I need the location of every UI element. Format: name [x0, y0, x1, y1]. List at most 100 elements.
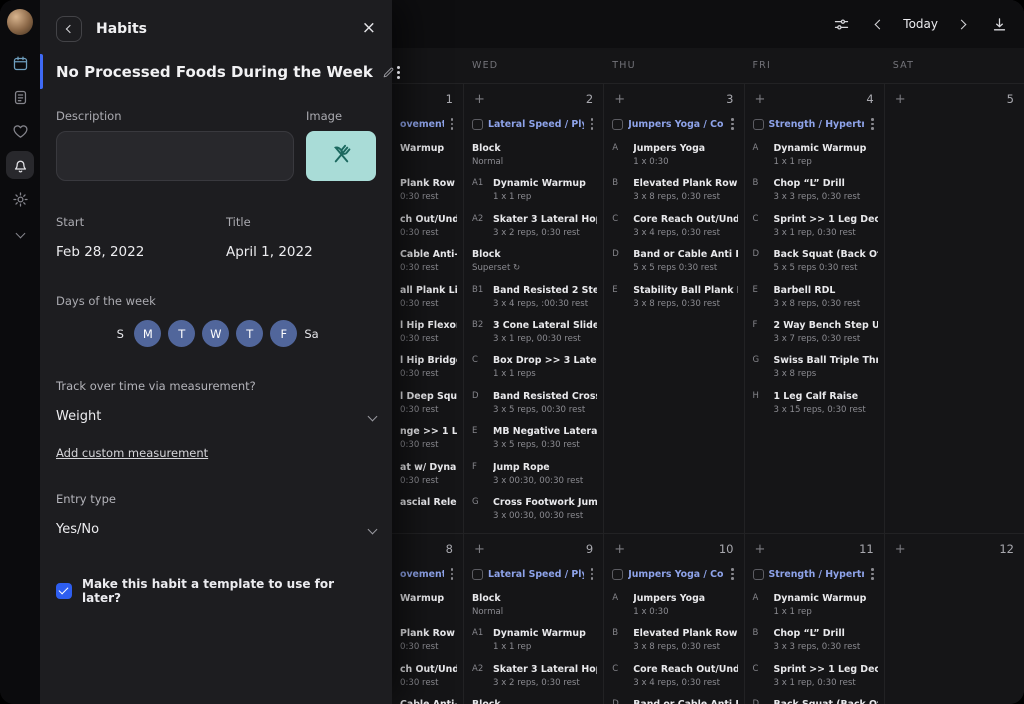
workout-entry[interactable]: A1Dynamic Warmup1 x 1 rep: [464, 174, 603, 209]
today-button[interactable]: Today: [903, 17, 938, 31]
back-button[interactable]: [56, 16, 82, 42]
workout-entry[interactable]: F2 Way Bench Step Up3 x 7 reps, 0:30 res…: [745, 316, 884, 351]
workout-entry[interactable]: l Hip Bridge w/ ...0:30 rest: [392, 351, 463, 386]
add-event-button[interactable]: +: [895, 93, 906, 106]
workout-entry[interactable]: A2Skater 3 Lateral Hops >> ...3 x 2 reps…: [464, 660, 603, 695]
bell-icon[interactable]: [6, 151, 34, 179]
workout-entry[interactable]: Warmup: [392, 139, 463, 174]
user-avatar[interactable]: [7, 9, 33, 35]
add-event-button[interactable]: +: [474, 93, 485, 106]
workout-entry[interactable]: Plank Row0:30 rest: [392, 174, 463, 209]
add-event-button[interactable]: +: [755, 543, 766, 556]
filter-sliders-icon[interactable]: [833, 16, 850, 33]
workout-header[interactable]: ovement Q...: [400, 116, 455, 132]
gear-icon[interactable]: [6, 185, 34, 213]
workout-entry[interactable]: BElevated Plank Row3 x 8 reps, 0:30 rest: [604, 624, 743, 659]
workout-entry[interactable]: BlockNormal: [464, 139, 603, 174]
workout-entry[interactable]: AJumpers Yoga1 x 0:30: [604, 589, 743, 624]
day-toggle-m-1[interactable]: M: [134, 320, 161, 347]
prev-week-button[interactable]: [876, 21, 883, 28]
workout-entry[interactable]: A1Dynamic Warmup1 x 1 rep: [464, 624, 603, 659]
edit-icon[interactable]: [382, 66, 395, 79]
workout-entry[interactable]: FJump Rope3 x 00:30, 00:30 rest: [464, 458, 603, 493]
add-event-button[interactable]: +: [614, 543, 625, 556]
download-icon[interactable]: [991, 16, 1008, 33]
start-date-group[interactable]: Start Feb 28, 2022: [56, 215, 226, 260]
close-icon[interactable]: ×: [362, 20, 376, 37]
next-week-button[interactable]: [958, 21, 965, 28]
workout-header[interactable]: Lateral Speed / Plyo: [472, 116, 595, 132]
start-date-value[interactable]: Feb 28, 2022: [56, 244, 226, 260]
workout-entry[interactable]: H1 Leg Calf Raise3 x 15 reps, 0:30 rest: [745, 387, 884, 422]
workout-entry[interactable]: l Deep Squat Mo...0:30 rest: [392, 387, 463, 422]
workout-entry[interactable]: ADynamic Warmup1 x 1 rep: [745, 139, 884, 174]
workout-entry[interactable]: at w/ Dynamic P...0:30 rest: [392, 458, 463, 493]
workout-checkbox[interactable]: [612, 119, 623, 130]
workout-entry[interactable]: EBarbell RDL3 x 8 reps, 0:30 rest: [745, 281, 884, 316]
end-date-value[interactable]: April 1, 2022: [226, 244, 396, 260]
workout-entry[interactable]: l Hip Flexor Rais...0:30 rest: [392, 316, 463, 351]
day-toggle-sa-6[interactable]: Sa: [304, 320, 318, 347]
workout-checkbox[interactable]: [753, 119, 764, 130]
add-event-button[interactable]: +: [474, 543, 485, 556]
workout-entry[interactable]: ch Out/Under0:30 rest: [392, 210, 463, 245]
workout-entry[interactable]: ADynamic Warmup1 x 1 rep: [745, 589, 884, 624]
kebab-menu-icon[interactable]: [729, 117, 736, 131]
heart-hands-icon[interactable]: [6, 117, 34, 145]
workout-entry[interactable]: CSprint >> 1 Leg Declarations3 x 1 rep, …: [745, 660, 884, 695]
workout-entry[interactable]: DBack Squat (Back Off Set)5 x 5 reps 0:3…: [745, 695, 884, 704]
kebab-menu-icon[interactable]: [449, 567, 456, 581]
template-checkbox[interactable]: [56, 583, 72, 599]
workout-entry[interactable]: DBack Squat (Back Off Set)5 x 5 reps 0:3…: [745, 245, 884, 280]
workout-checkbox[interactable]: [753, 569, 764, 580]
description-input[interactable]: [56, 131, 294, 181]
workout-checkbox[interactable]: [472, 119, 483, 130]
workout-entry[interactable]: BElevated Plank Row3 x 8 reps, 0:30 rest: [604, 174, 743, 209]
workout-header[interactable]: Jumpers Yoga / Core: [612, 116, 735, 132]
workout-entry[interactable]: BChop “L” Drill3 x 3 reps, 0:30 rest: [745, 624, 884, 659]
workout-entry[interactable]: CCore Reach Out/Under3 x 4 reps, 0:30 re…: [604, 660, 743, 695]
kebab-menu-icon[interactable]: [869, 117, 876, 131]
workout-header[interactable]: Jumpers Yoga / Core: [612, 566, 735, 582]
workout-entry[interactable]: B23 Cone Lateral Slide3 x 1 rep, 00:30 r…: [464, 316, 603, 351]
habit-menu-icon[interactable]: [395, 65, 402, 80]
workout-entry[interactable]: AJumpers Yoga1 x 0:30: [604, 139, 743, 174]
day-toggle-f-5[interactable]: F: [270, 320, 297, 347]
workout-entry[interactable]: CBox Drop >> 3 Lateral H...1 x 1 reps: [464, 351, 603, 386]
workout-entry[interactable]: BlockSuperset ↻: [464, 695, 603, 704]
workout-entry[interactable]: B1Band Resisted 2 Step Late...3 x 4 reps…: [464, 281, 603, 316]
measurement-select[interactable]: Weight: [40, 409, 392, 424]
workout-header[interactable]: Strength / Hypertro...: [753, 566, 876, 582]
day-toggle-t-4[interactable]: T: [236, 320, 263, 347]
day-toggle-s-0[interactable]: S: [113, 320, 127, 347]
workout-entry[interactable]: nge >> 1 Leg St...0:30 rest: [392, 422, 463, 457]
workout-entry[interactable]: Cable Anti-Rotati...0:30 rest: [392, 245, 463, 280]
workout-entry[interactable]: BlockNormal: [464, 589, 603, 624]
kebab-menu-icon[interactable]: [589, 567, 596, 581]
workout-entry[interactable]: A2Skater 3 Lateral Hops >> ...3 x 2 reps…: [464, 210, 603, 245]
workout-entry[interactable]: EStability Ball Plank Linear ...3 x 8 re…: [604, 281, 743, 316]
day-toggle-t-2[interactable]: T: [168, 320, 195, 347]
entry-type-select[interactable]: Yes/No: [40, 522, 392, 537]
workout-entry[interactable]: GCross Footwork Jump Rope3 x 00:30, 00:3…: [464, 493, 603, 528]
workout-entry[interactable]: ch Out/Under0:30 rest: [392, 660, 463, 695]
workout-checkbox[interactable]: [612, 569, 623, 580]
kebab-menu-icon[interactable]: [869, 567, 876, 581]
workout-entry[interactable]: ascial Release C...: [392, 493, 463, 528]
chevron-down-icon[interactable]: [6, 219, 34, 247]
calendar-icon[interactable]: [6, 49, 34, 77]
add-event-button[interactable]: +: [755, 93, 766, 106]
workout-entry[interactable]: Plank Row0:30 rest: [392, 624, 463, 659]
workout-entry[interactable]: Cable Anti-Rotati...0:30 rest: [392, 695, 463, 704]
add-custom-measurement-link[interactable]: Add custom measurement: [56, 446, 208, 460]
kebab-menu-icon[interactable]: [449, 117, 456, 131]
kebab-menu-icon[interactable]: [729, 567, 736, 581]
add-event-button[interactable]: +: [614, 93, 625, 106]
habit-image-tile[interactable]: [306, 131, 376, 181]
add-event-button[interactable]: +: [895, 543, 906, 556]
workout-entry[interactable]: EMB Negative Lateral Hop...3 x 5 reps, 0…: [464, 422, 603, 457]
workout-entry[interactable]: BChop “L” Drill3 x 3 reps, 0:30 rest: [745, 174, 884, 209]
workout-entry[interactable]: DBand or Cable Anti Rotati...5 x 5 reps …: [604, 695, 743, 704]
workout-header[interactable]: Lateral Speed / Plyo: [472, 566, 595, 582]
kebab-menu-icon[interactable]: [589, 117, 596, 131]
